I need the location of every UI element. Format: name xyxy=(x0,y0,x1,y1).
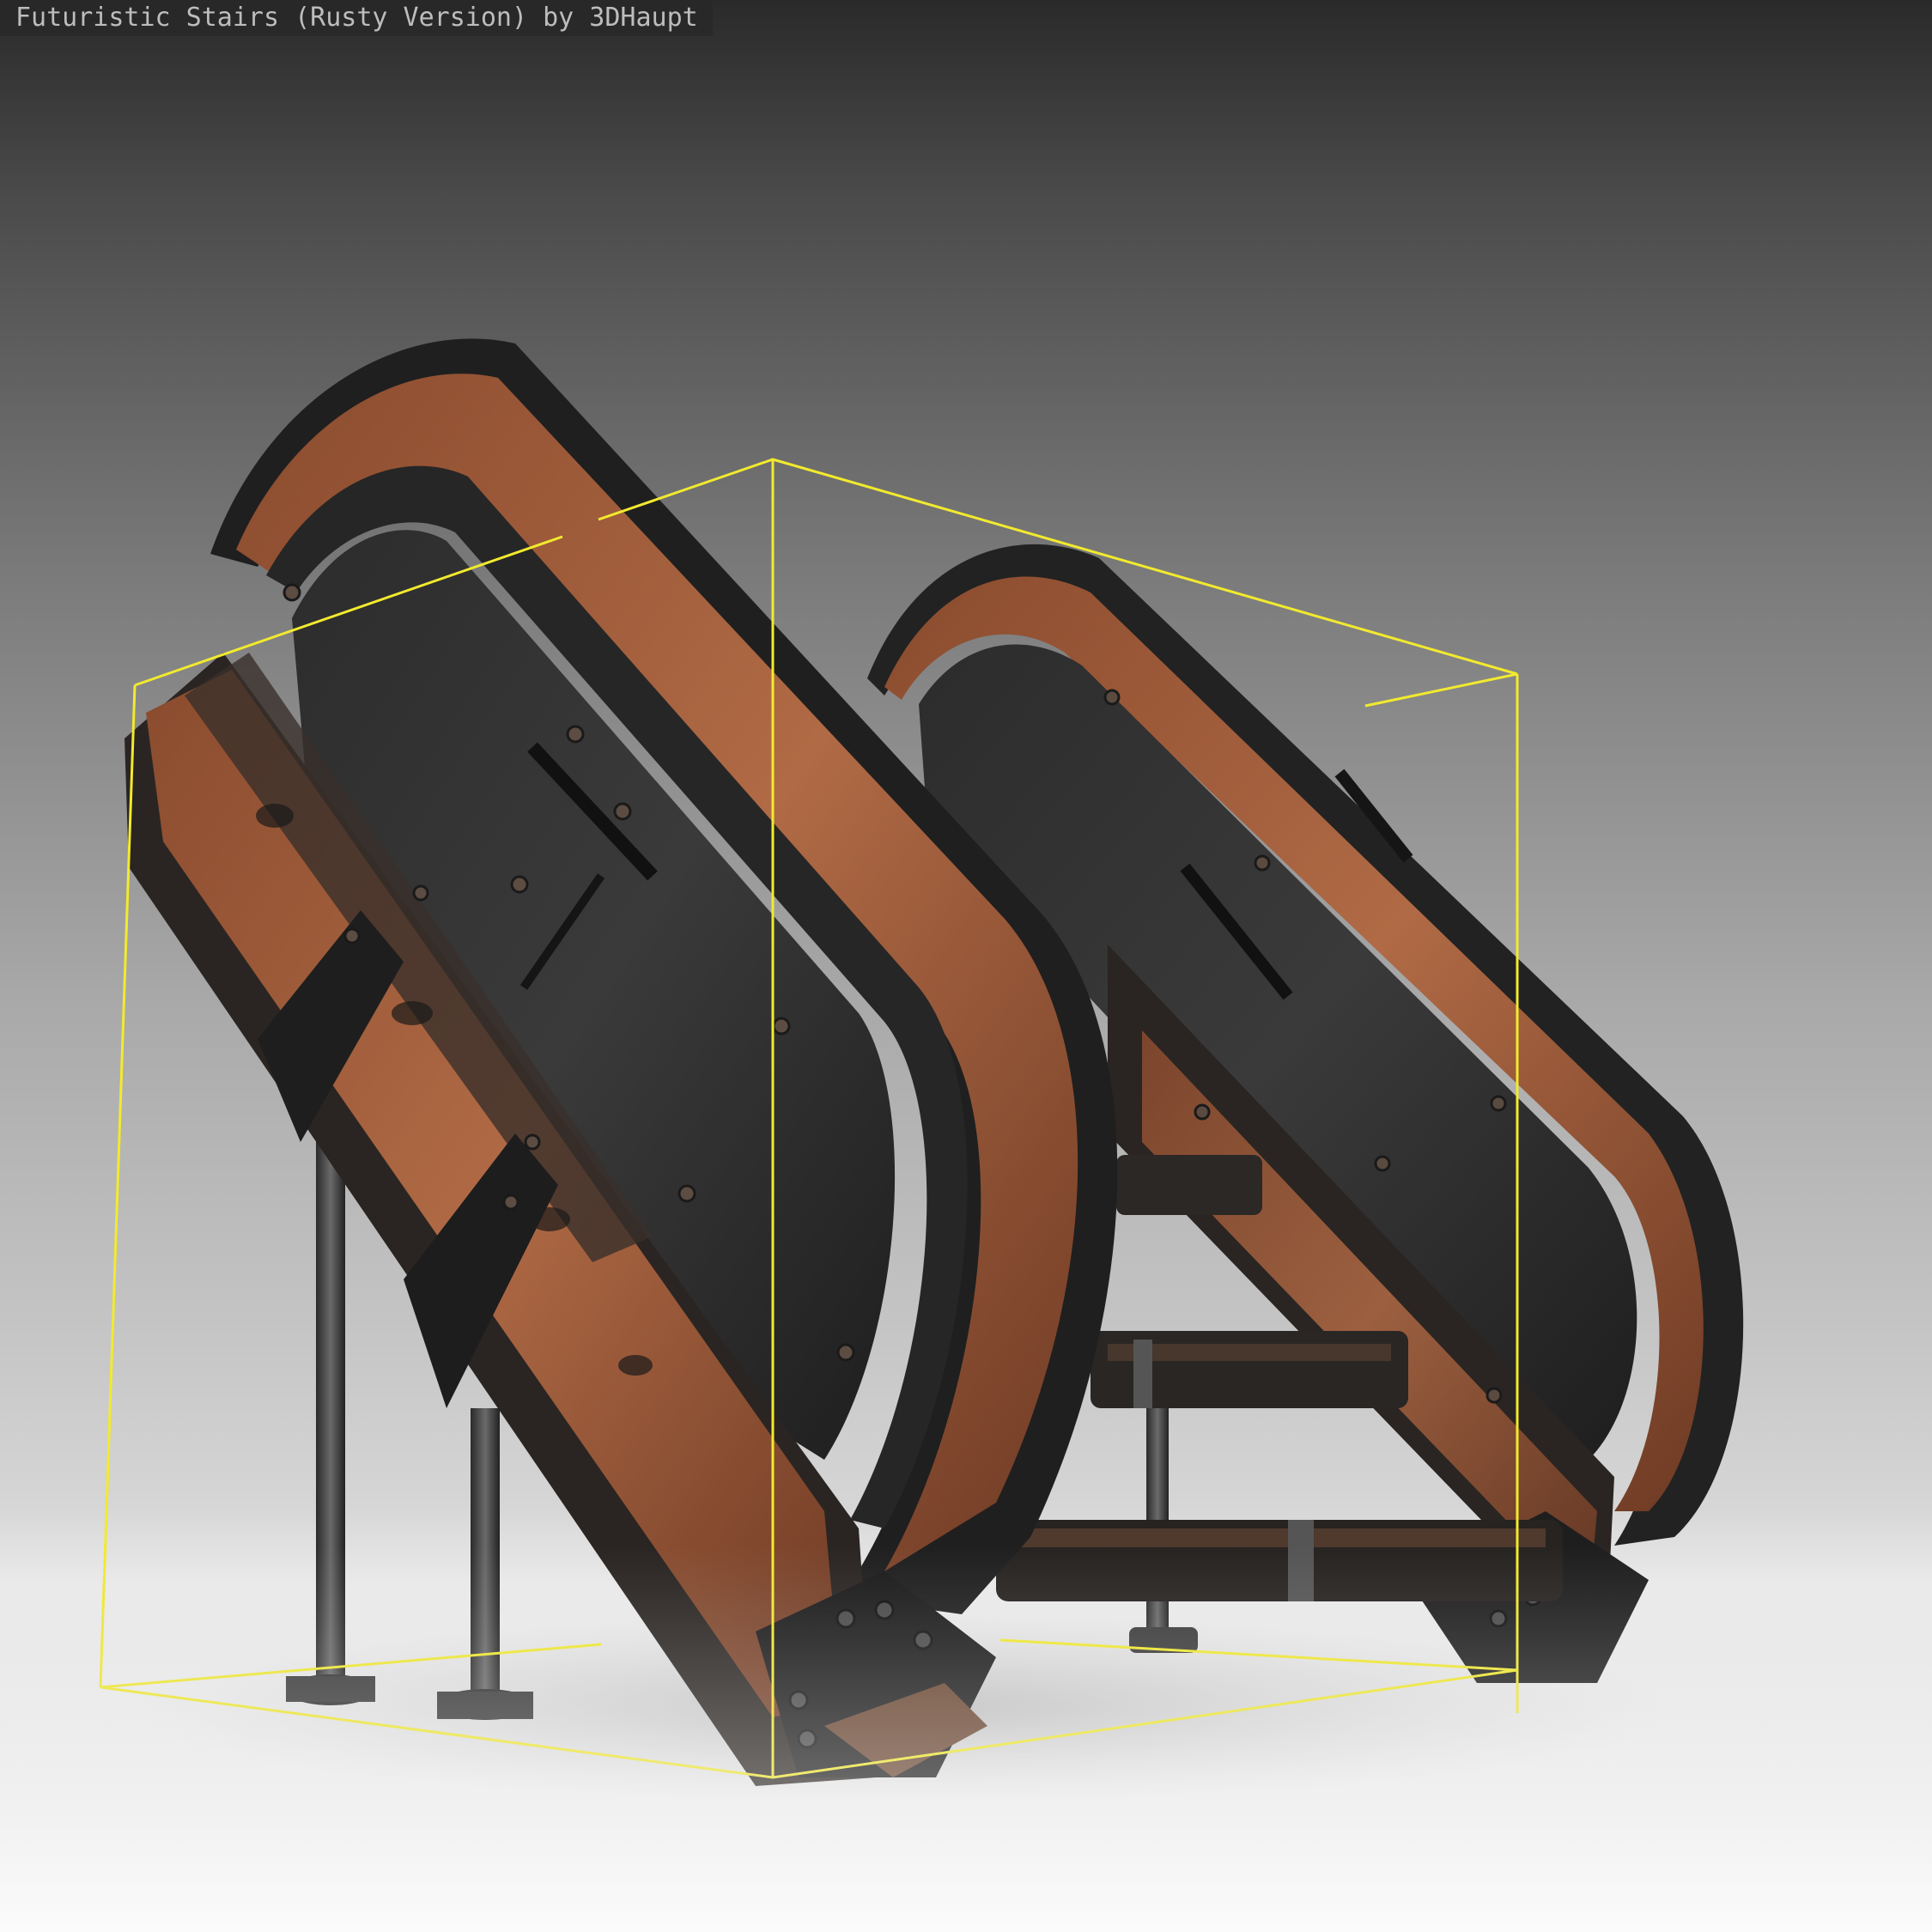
viewer-title: Futuristic Stairs (Rusty Version) by 3DH… xyxy=(0,0,713,36)
stairs-model-render[interactable] xyxy=(0,0,1932,1932)
3d-viewport[interactable]: Futuristic Stairs (Rusty Version) by 3DH… xyxy=(0,0,1932,1932)
floor-highlight xyxy=(0,1546,1932,1932)
